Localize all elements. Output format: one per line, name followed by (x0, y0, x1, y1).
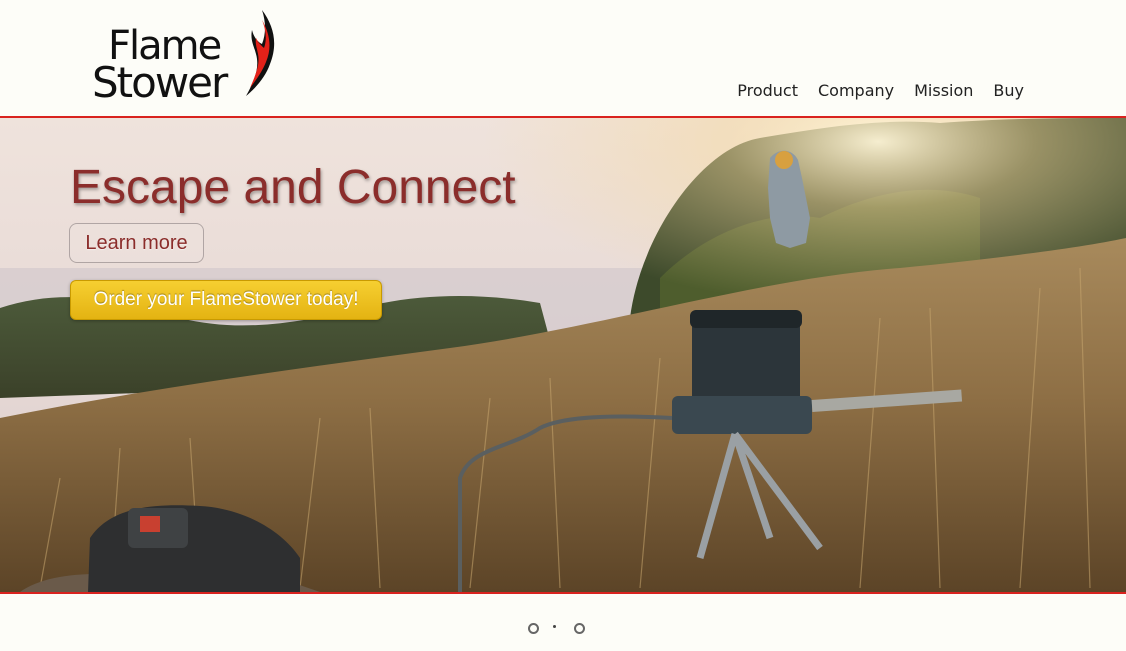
nav-item-buy[interactable]: Buy (983, 80, 1034, 102)
site-header: Flame Stower Product Company Mission Buy (0, 0, 1126, 116)
hero-title: Escape and Connect (70, 161, 516, 214)
carousel-dot-2[interactable] (551, 623, 562, 634)
flame-icon (246, 10, 275, 96)
order-button[interactable]: Order your FlameStower today! (70, 280, 382, 320)
nav-item-mission[interactable]: Mission (904, 80, 983, 102)
carousel-dot-1[interactable] (528, 623, 539, 634)
learn-more-button[interactable]: Learn more (69, 223, 204, 263)
site-logo[interactable]: Flame Stower (92, 8, 282, 107)
carousel-indicators (528, 623, 585, 634)
nav-item-product[interactable]: Product (727, 80, 808, 102)
hero-banner: Escape and Connect Learn more Order your… (0, 116, 1126, 594)
nav-item-company[interactable]: Company (808, 80, 904, 102)
logo-text-line2: Stower (92, 58, 228, 107)
main-nav: Product Company Mission Buy (727, 80, 1034, 102)
carousel-dot-3[interactable] (574, 623, 585, 634)
